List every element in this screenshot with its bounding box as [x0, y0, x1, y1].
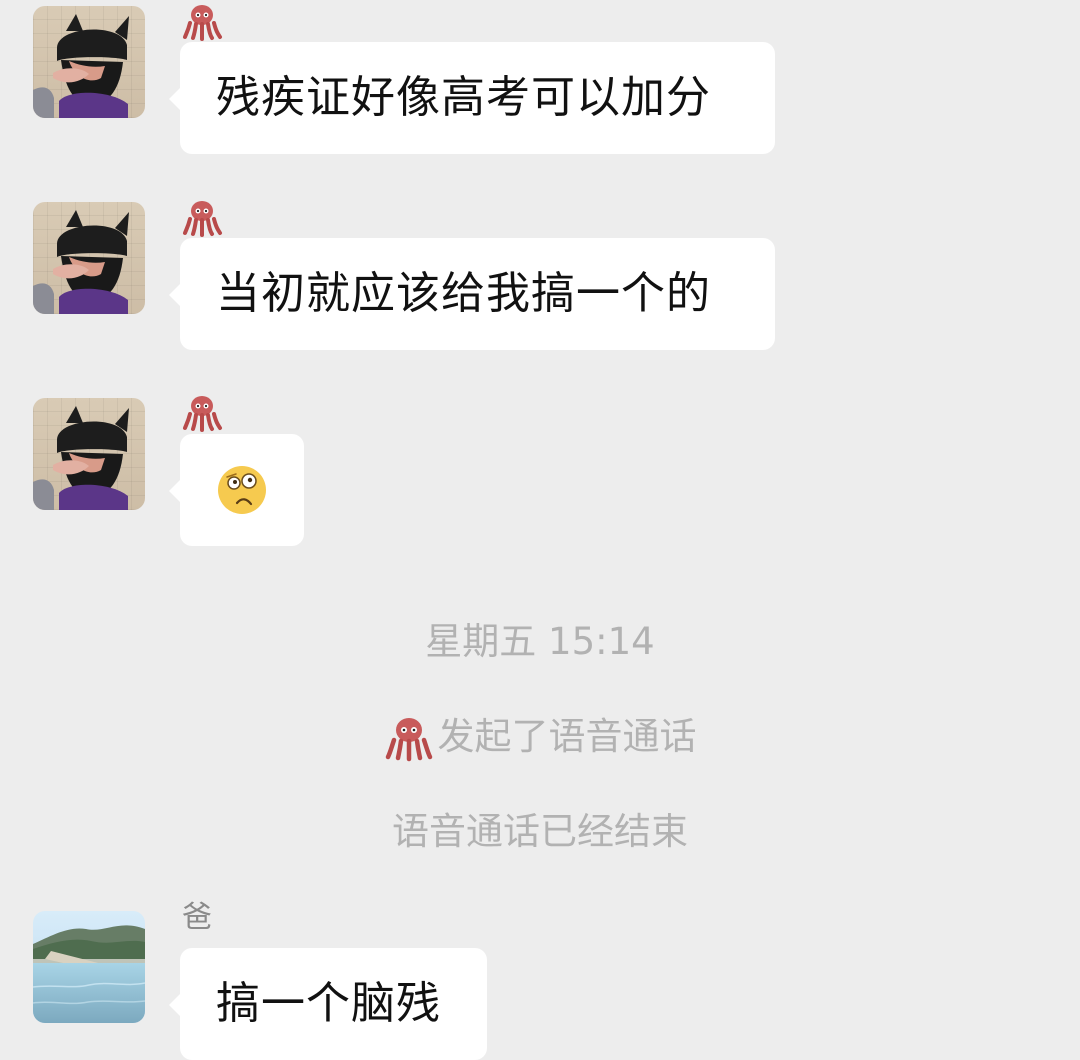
octopus-icon: [384, 712, 434, 762]
helmet-avatar[interactable]: [33, 202, 145, 314]
message-text: 残疾证好像高考可以加分: [216, 72, 711, 123]
helmet-avatar[interactable]: [33, 6, 145, 118]
message-bubble[interactable]: 残疾证好像高考可以加分: [169, 42, 775, 154]
message-text: 当初就应该给我搞一个的: [216, 268, 711, 319]
octopus-icon: [181, 0, 223, 42]
message-bubble[interactable]: 搞一个脑残: [169, 948, 487, 1060]
landscape-avatar[interactable]: [33, 911, 145, 1023]
sender-name: 爸: [182, 900, 212, 935]
voice-call-ended: 语音通话已经结束: [392, 810, 688, 853]
octopus-icon: [181, 391, 223, 433]
message-text: 搞一个脑残: [216, 978, 441, 1029]
octopus-icon: [181, 196, 223, 238]
thinking-face-icon: [218, 466, 266, 514]
emoji-message-bubble[interactable]: [169, 434, 304, 546]
voice-call-started: 发起了语音通话: [0, 712, 1080, 762]
timestamp: 星期五 15:14: [425, 620, 655, 663]
call-started-text: 发起了语音通话: [437, 715, 697, 758]
message-bubble[interactable]: 当初就应该给我搞一个的: [169, 238, 775, 350]
chat-screen: 残疾证好像高考可以加分 当初就应该给我搞一个的 星期五 15:14 发起了语音通…: [0, 0, 1080, 1060]
helmet-avatar[interactable]: [33, 398, 145, 510]
